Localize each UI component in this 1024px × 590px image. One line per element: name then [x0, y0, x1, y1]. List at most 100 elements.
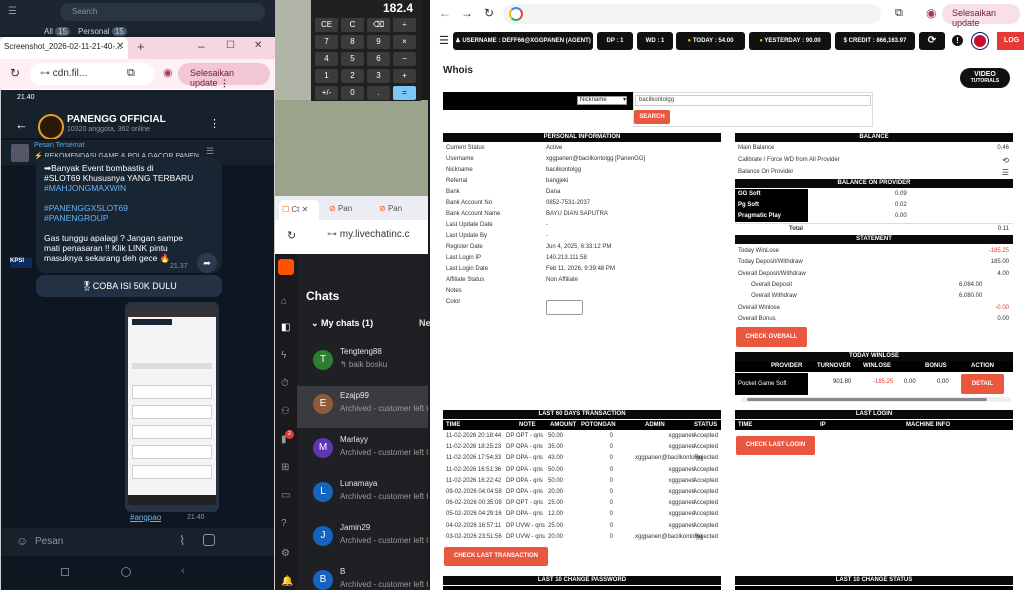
tab-screenshot[interactable]: Screenshot_2026-02-11-21-40-... [0, 37, 128, 59]
attach-icon[interactable]: ⌇ [179, 533, 185, 549]
url-field[interactable]: ⊶ my.livechatinc.c [327, 229, 410, 240]
update-button[interactable]: Selesaikan update ⋮ [178, 63, 270, 88]
reload-icon[interactable]: ↻ [10, 66, 20, 80]
uk-flag-icon[interactable] [972, 33, 988, 49]
search-button[interactable]: SEARCH [634, 110, 670, 124]
back-icon[interactable]: ‹ [181, 565, 185, 577]
maximize-icon[interactable]: ☐ [226, 40, 235, 51]
calc-key[interactable]: ÷ [393, 18, 416, 32]
archive-icon[interactable]: ⏱ [281, 378, 289, 389]
update-button[interactable]: Selesaikan update [942, 4, 1020, 28]
team-icon[interactable]: ⚇ [281, 406, 290, 417]
camera-icon[interactable] [203, 534, 215, 546]
calc-key[interactable]: + [393, 69, 416, 83]
tab-panen-2[interactable]: ⊘ Pan [379, 204, 402, 213]
calc-key[interactable]: 4 [315, 52, 338, 66]
calc-key[interactable]: 6 [367, 52, 390, 66]
bell-icon[interactable]: 🔔 [281, 576, 293, 587]
my-chats-toggle[interactable]: ⌄ My chats (1) [311, 318, 373, 329]
chats-icon[interactable]: ◧ [281, 322, 290, 333]
pinned-list-icon[interactable]: ☰ [206, 146, 214, 157]
calc-key[interactable]: = [393, 86, 416, 100]
field-label: Bank Account Name [446, 211, 501, 217]
col-admin: ADMIN [645, 422, 665, 428]
close-window-icon[interactable]: ✕ [254, 40, 262, 51]
chat-avatar: B [313, 570, 333, 590]
video-tutorials-badge[interactable]: VIDEO TUTORIALS [960, 68, 1010, 88]
scrollbar-thumb[interactable] [747, 398, 987, 401]
field-label: Nickname [446, 167, 473, 173]
calc-key[interactable]: − [393, 52, 416, 66]
tab-panen-1[interactable]: ⊘ Pan [329, 204, 352, 213]
calc-key[interactable]: 3 [367, 69, 390, 83]
tab-all[interactable]: All 15 [44, 27, 71, 36]
help-icon[interactable]: ? [281, 518, 287, 529]
calc-key[interactable]: . [367, 86, 390, 100]
photo-caption[interactable]: #angpao [130, 513, 161, 522]
calc-key[interactable]: × [393, 35, 416, 49]
check-last-login-button[interactable]: CHECK LAST LOGIN [736, 436, 815, 455]
more-icon[interactable]: ⋮ [209, 117, 220, 130]
search-input[interactable]: Search [60, 3, 265, 21]
message-input[interactable]: Pesan [35, 536, 63, 547]
photo-message[interactable]: #angpao 21.40 [125, 302, 219, 522]
calc-key[interactable]: 5 [341, 52, 364, 66]
calc-key[interactable]: C [341, 18, 364, 32]
extensions-icon[interactable]: ⧉ [895, 7, 903, 20]
calc-key[interactable]: 9 [367, 35, 390, 49]
check-overall-button[interactable]: CHECK OVERALL [736, 327, 807, 347]
reload-icon[interactable]: ↻ [287, 229, 296, 242]
hamburger-icon[interactable]: ☰ [439, 34, 449, 47]
cell-time: 11-02-2026 16:51:36 [446, 466, 502, 473]
settings-icon[interactable]: ⚙ [281, 548, 290, 559]
cell-time: 03-02-2026 23:51:56 [446, 533, 502, 540]
menu-icon[interactable]: ☰ [8, 6, 17, 17]
info-icon[interactable]: ! [952, 35, 963, 46]
search-type-select[interactable]: Nickname ▾ [577, 96, 627, 105]
field-label: Affiliate Status [446, 277, 485, 283]
tab-personal[interactable]: Personal 15 [78, 27, 127, 36]
horizontal-scrollbar[interactable] [741, 397, 1011, 402]
calc-key[interactable]: 2 [341, 69, 364, 83]
billing-icon[interactable]: ▭ [281, 490, 290, 501]
recents-icon[interactable] [61, 568, 69, 576]
back-arrow-icon[interactable]: ← [15, 117, 28, 132]
profile-icon[interactable]: ◉ [926, 6, 936, 20]
extensions-icon[interactable]: ⧉ [127, 67, 135, 80]
calc-key[interactable]: ⌫ [367, 18, 390, 32]
calc-key[interactable]: 8 [341, 35, 364, 49]
emoji-icon[interactable]: ☺ [16, 534, 28, 548]
calc-key[interactable]: +/- [315, 86, 338, 100]
forward-icon[interactable]: → [461, 6, 473, 20]
cta-button[interactable]: 🎖COBA ISI 50K DULU [36, 275, 222, 297]
calc-key[interactable]: 0 [341, 86, 364, 100]
chat-subtitle: Archived - customer left t [340, 580, 428, 589]
logout-button[interactable]: LOG [997, 32, 1024, 50]
new-tab-icon[interactable]: + [137, 39, 145, 54]
reload-icon[interactable]: ↻ [484, 6, 494, 20]
close-tab-icon[interactable]: ✕ [116, 41, 124, 52]
calc-key[interactable]: 7 [315, 35, 338, 49]
search-input[interactable]: bacilkontolgg [635, 95, 871, 106]
table-row: 11-02-2026 16:51:36 DP OPA - qris 50.00 0 xg… [443, 465, 721, 476]
home-icon[interactable] [121, 567, 131, 577]
calc-key[interactable]: CE [315, 18, 338, 32]
home-icon[interactable]: ⌂ [281, 296, 287, 307]
apps-icon[interactable]: ⊞ [281, 462, 289, 473]
livechat-logo-icon[interactable] [278, 259, 294, 275]
share-icon[interactable]: ➦ [197, 253, 217, 273]
refresh-icon[interactable]: ⟳ [919, 32, 945, 50]
url-field[interactable] [503, 4, 881, 24]
tab-chats[interactable]: ☐ Ct ✕ [279, 200, 319, 220]
minimize-icon[interactable]: – [198, 39, 205, 53]
detail-button[interactable]: DETAIL [961, 374, 1004, 394]
url-field[interactable]: ⊶ cdn.fil... [30, 63, 155, 85]
calc-key[interactable]: 1 [315, 69, 338, 83]
calibrate-icon[interactable]: ⟲ [1002, 155, 1009, 166]
engage-icon[interactable]: ϟ [281, 350, 286, 361]
profile-icon[interactable]: ◉ [163, 66, 173, 79]
check-last-transaction-button[interactable]: CHECK LAST TRANSACTION [444, 547, 548, 566]
list-icon[interactable]: ☰ [1002, 167, 1009, 178]
back-icon[interactable]: ← [439, 6, 451, 20]
color-picker[interactable] [546, 300, 583, 315]
